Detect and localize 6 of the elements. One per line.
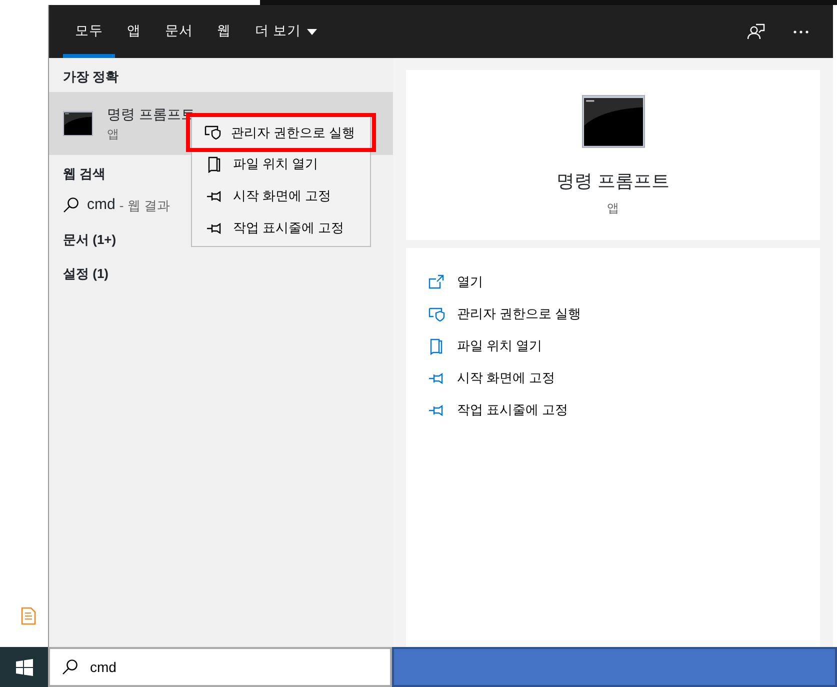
result-type: 앱 [107, 126, 120, 142]
preview-type: 앱 [607, 200, 619, 217]
web-search-suffix: - 웹 결과 [119, 196, 170, 214]
preview-title: 명령 프롬프트 [556, 170, 670, 193]
section-heading: 웹 검색 [63, 164, 106, 182]
section-heading: 가장 정확 [63, 68, 119, 86]
